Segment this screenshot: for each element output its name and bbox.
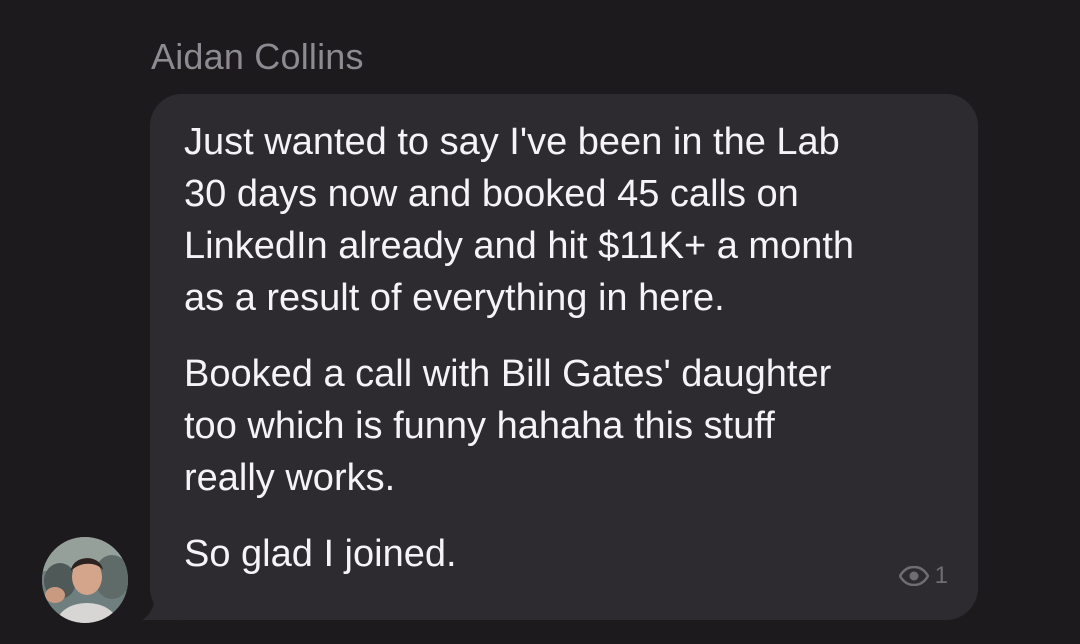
sender-name[interactable]: Aidan Collins xyxy=(151,36,364,78)
eye-icon xyxy=(898,566,929,586)
view-count: 1 xyxy=(898,562,948,590)
message-bubble[interactable]: Just wanted to say I've been in the Lab … xyxy=(150,94,978,620)
chat-view: Aidan Collins Just wanted to say I've be… xyxy=(0,0,1080,644)
message-paragraph: So glad I joined. xyxy=(184,533,457,575)
avatar[interactable] xyxy=(42,537,128,623)
avatar-photo xyxy=(42,537,128,623)
view-count-value: 1 xyxy=(934,562,948,589)
message-paragraph: Booked a call with Bill Gates' daughter … xyxy=(184,353,832,499)
message-paragraph: Just wanted to say I've been in the Lab … xyxy=(184,121,855,319)
